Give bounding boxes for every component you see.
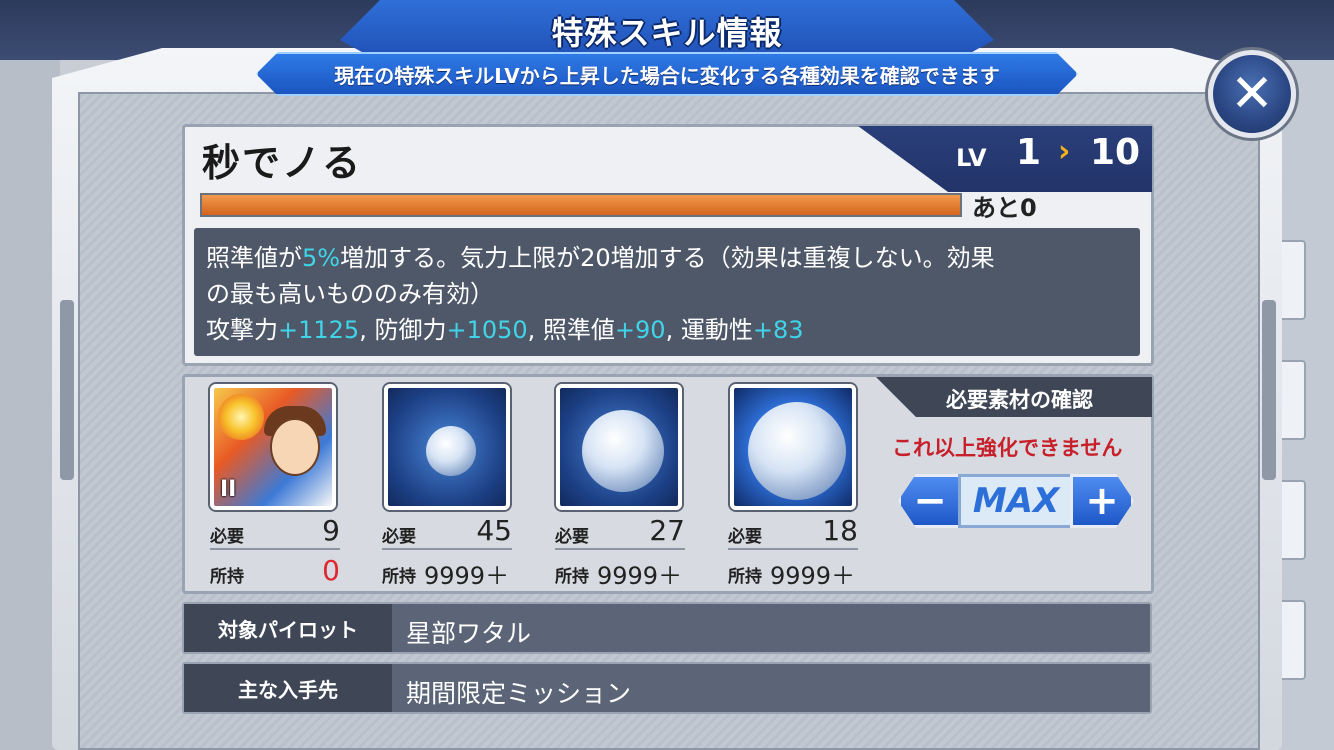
materials-header: 必要素材の確認 <box>946 388 1093 412</box>
skill-name: 秒でノる <box>202 141 363 185</box>
owned-count: 9999＋ <box>770 562 856 590</box>
close-button[interactable]: ✕ <box>1208 50 1296 138</box>
background-left-panel <box>0 60 60 750</box>
divider <box>210 548 340 550</box>
required-count: 27 <box>649 514 685 547</box>
level-label: LV <box>956 144 987 172</box>
owned-label: 所持 <box>382 567 416 587</box>
quantity-value[interactable]: MAX <box>958 474 1074 528</box>
small-orb-icon[interactable] <box>384 384 510 510</box>
orb-sphere <box>426 426 476 476</box>
stat-bonus-line: 攻撃力+1125, 防御力+1050, 照準値+90, 運動性+83 <box>206 310 803 345</box>
required-count: 18 <box>822 514 858 547</box>
acquisition-value: 期間限定ミッション <box>406 679 632 708</box>
stat-label: , 運動性 <box>665 316 753 344</box>
target-pilot-label: 対象パイロット <box>184 604 392 652</box>
target-pilot-row: 対象パイロット 星部ワタル <box>182 602 1152 654</box>
medium-orb-icon[interactable] <box>556 384 682 510</box>
required-label: 必要 <box>210 527 244 547</box>
large-orb-icon[interactable] <box>730 384 856 510</box>
exp-bar-fill <box>202 195 960 215</box>
level-arrow-icon: › <box>1058 134 1071 169</box>
stat-value: +1050 <box>446 316 528 344</box>
divider <box>382 548 512 550</box>
stat-label: , 照準値 <box>527 316 615 344</box>
orb-sphere <box>582 410 664 492</box>
description-text: 増加する。気力上限が20増加する（効果は重複しない。効果 <box>340 244 995 272</box>
description-highlight: 5% <box>302 244 341 272</box>
pause-badge-icon: II <box>220 477 237 502</box>
stat-label: , 防御力 <box>359 316 447 344</box>
owned-label: 所持 <box>555 567 589 587</box>
description-line-1: 照準値が5%増加する。気力上限が20増加する（効果は重複しない。効果 <box>206 238 995 273</box>
required-label: 必要 <box>728 527 762 547</box>
max-level: 10 <box>1090 132 1141 173</box>
acquisition-row: 主な入手先 期間限定ミッション <box>182 662 1152 714</box>
frame-side-ornament <box>1262 300 1276 480</box>
stat-value: +83 <box>752 316 804 344</box>
dialog-title: 特殊スキル情報 <box>551 14 783 52</box>
stat-label: 攻撃力 <box>206 316 278 344</box>
description-line-2: の最も高いもののみ有効） <box>206 280 494 308</box>
owned-count: 0 <box>322 554 340 587</box>
divider <box>728 548 858 550</box>
required-label: 必要 <box>382 527 416 547</box>
target-pilot-value: 星部ワタル <box>406 619 532 648</box>
sun-burst-icon <box>218 394 264 440</box>
required-count: 9 <box>322 514 340 547</box>
exp-remaining: あと0 <box>972 194 1037 222</box>
dialog-subtitle: 現在の特殊スキルLVから上昇した場合に変化する各種効果を確認できます <box>334 64 1000 88</box>
stat-value: +1125 <box>278 316 360 344</box>
exp-bar <box>200 193 962 217</box>
divider <box>555 548 685 550</box>
owned-count: 9999＋ <box>597 562 683 590</box>
required-count: 45 <box>476 514 512 547</box>
acquisition-label: 主な入手先 <box>184 664 392 712</box>
close-icon: ✕ <box>1230 64 1274 124</box>
owned-label: 所持 <box>728 567 762 587</box>
current-level: 1 <box>1016 132 1042 173</box>
owned-count: 9999＋ <box>424 562 510 590</box>
max-warning-text: これ以上強化できません <box>892 436 1123 460</box>
required-label: 必要 <box>555 527 589 547</box>
stat-value: +90 <box>614 316 666 344</box>
frame-side-ornament <box>60 300 74 480</box>
description-text: 照準値が <box>206 244 302 272</box>
orb-sphere <box>748 402 846 500</box>
pilot-face <box>270 418 320 476</box>
owned-label: 所持 <box>210 567 244 587</box>
pilot-wataru-icon[interactable]: II <box>210 384 336 510</box>
